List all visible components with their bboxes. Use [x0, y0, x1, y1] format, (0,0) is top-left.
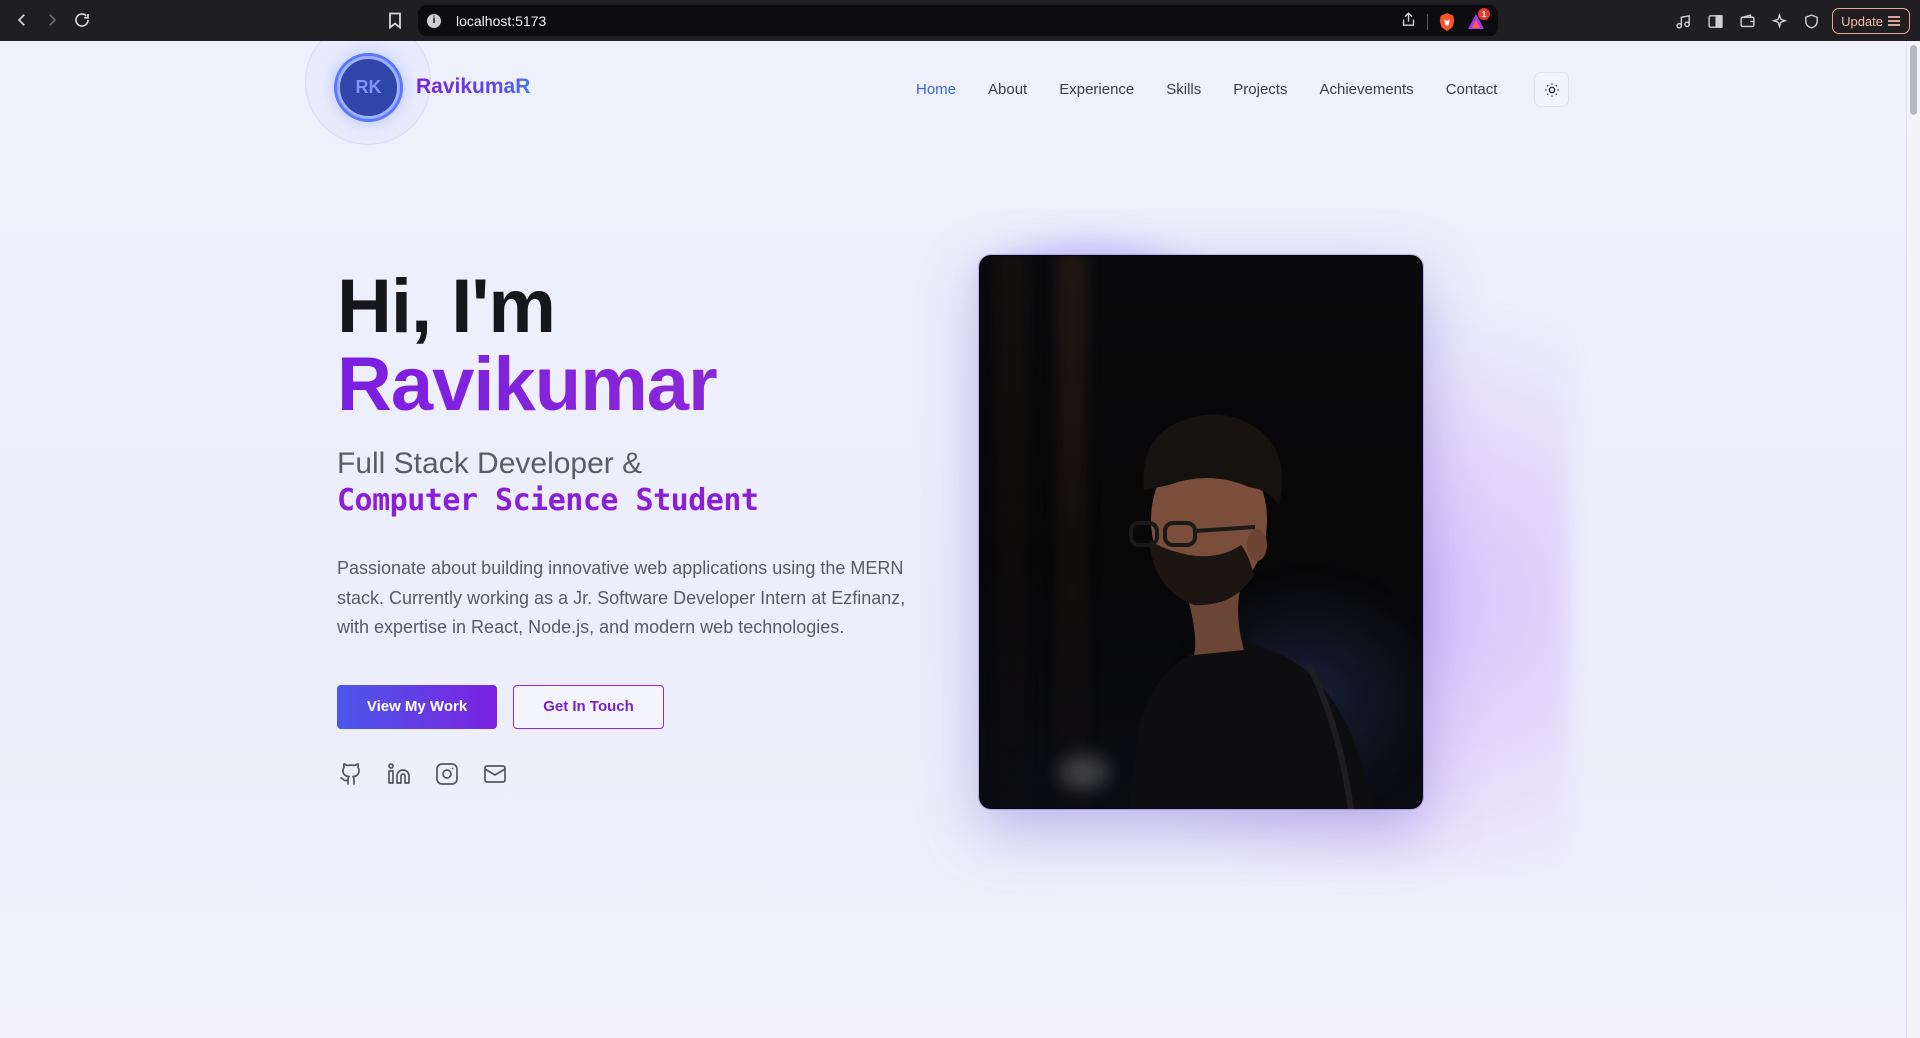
sidebar-toggle-button[interactable]	[1704, 10, 1726, 32]
scrollbar-thumb[interactable]	[1910, 45, 1917, 115]
nav-experience[interactable]: Experience	[1059, 81, 1134, 98]
social-links	[337, 761, 937, 788]
share-button[interactable]	[1400, 11, 1417, 33]
wallet-icon	[1739, 13, 1755, 27]
bookmark-icon	[389, 12, 401, 29]
share-icon	[1402, 12, 1415, 26]
rewards-badge: 1	[1478, 8, 1490, 20]
nav-about[interactable]: About	[988, 81, 1027, 98]
browser-toolbar: i localhost:5173 1 Update	[0, 0, 1920, 41]
linkedin-link[interactable]	[385, 761, 412, 788]
leo-ai-button[interactable]	[1768, 10, 1790, 32]
nav-skills[interactable]: Skills	[1166, 81, 1201, 98]
sidebar-icon	[1707, 14, 1723, 28]
nav-home[interactable]: Home	[916, 81, 956, 98]
reload-icon	[75, 13, 89, 27]
person-silhouette	[1129, 414, 1374, 809]
mail-icon	[483, 765, 506, 783]
github-link[interactable]	[337, 761, 364, 788]
instagram-link[interactable]	[433, 761, 460, 788]
address-bar[interactable]: i localhost:5173 1	[418, 5, 1498, 36]
music-note-icon	[1675, 14, 1690, 29]
hero-greeting: Hi, I'm	[337, 264, 556, 349]
vpn-button[interactable]	[1800, 10, 1822, 32]
back-button[interactable]	[10, 8, 34, 32]
hero-description: Passionate about building innovative web…	[337, 558, 906, 637]
email-link[interactable]	[481, 761, 508, 788]
media-button[interactable]	[1672, 10, 1694, 32]
hero-role-line2: Computer Science Student	[337, 483, 759, 518]
github-icon	[339, 763, 360, 785]
nav-achievements[interactable]: Achievements	[1319, 81, 1413, 98]
bookmark-button[interactable]	[384, 9, 406, 31]
hamburger-menu-icon	[1888, 16, 1900, 26]
site-info-icon[interactable]: i	[427, 13, 441, 28]
shield-icon	[1804, 13, 1818, 29]
wallet-button[interactable]	[1736, 10, 1758, 32]
hero-buttons: View My Work Get In Touch	[337, 684, 937, 729]
nav-projects[interactable]: Projects	[1233, 81, 1287, 98]
update-button[interactable]: Update	[1832, 8, 1910, 34]
brand-name[interactable]: RavikumaR	[416, 75, 530, 99]
forward-button[interactable]	[40, 8, 64, 32]
chevron-right-icon	[49, 14, 57, 26]
hero-role-line1: Full Stack Developer &	[337, 447, 643, 480]
update-label: Update	[1841, 13, 1883, 29]
instagram-icon	[435, 763, 458, 785]
site-header: RK RavikumaR Home About Experience Skill…	[0, 41, 1906, 145]
sparkle-icon	[1771, 12, 1787, 29]
reload-button[interactable]	[70, 8, 94, 32]
logo-badge[interactable]: RK	[337, 56, 400, 119]
linkedin-icon	[387, 763, 410, 784]
portfolio-page: RK RavikumaR Home About Experience Skill…	[0, 41, 1906, 1038]
hero-section: Hi, I'm Ravikumar Full Stack Developer &…	[337, 269, 937, 788]
get-in-touch-button[interactable]: Get In Touch	[513, 684, 664, 729]
chevron-left-icon	[17, 14, 25, 26]
hero-name: Ravikumar	[337, 345, 937, 425]
page-scrollbar[interactable]	[1906, 41, 1920, 1038]
brave-shields-icon[interactable]	[1438, 12, 1456, 32]
profile-photo	[979, 255, 1423, 809]
logo-initials: RK	[355, 77, 382, 97]
divider	[1427, 14, 1428, 30]
view-my-work-button[interactable]: View My Work	[337, 684, 497, 729]
nav-contact[interactable]: Contact	[1446, 81, 1498, 98]
brave-rewards-button[interactable]: 1	[1466, 8, 1490, 32]
main-nav: Home About Experience Skills Projects Ac…	[916, 81, 1529, 98]
theme-toggle-button[interactable]	[1534, 72, 1569, 107]
sun-icon	[1544, 82, 1559, 97]
url-text[interactable]: localhost:5173	[456, 13, 546, 29]
